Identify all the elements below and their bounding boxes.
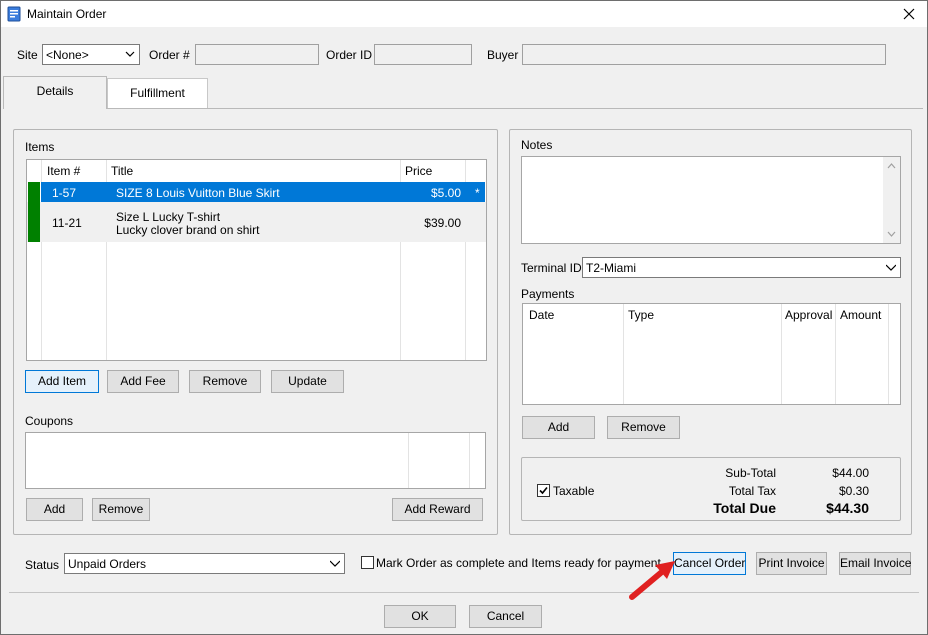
maintain-order-window: Maintain Order Site <None> Order # Order… (0, 0, 928, 635)
column-header-approval[interactable]: Approval (781, 304, 835, 326)
total-due-label: Total Due (713, 500, 776, 516)
tab-details[interactable]: Details (3, 76, 107, 109)
grid-line (781, 304, 782, 404)
items-label: Items (25, 140, 55, 154)
checkmark-icon (539, 486, 548, 495)
close-icon (903, 8, 915, 20)
coupons-grid[interactable] (25, 432, 486, 489)
status-label: Status (25, 558, 60, 572)
scroll-down-icon[interactable] (887, 231, 896, 237)
payments-label: Payments (521, 287, 575, 301)
order-id-field[interactable] (374, 44, 472, 65)
column-header-type[interactable]: Type (624, 304, 783, 326)
site-select[interactable]: <None> (42, 44, 140, 65)
table-row[interactable]: 11-21 Size L Lucky T-shirt Lucky clover … (27, 202, 486, 242)
item-title-cell: SIZE 8 Louis Vuitton Blue Skirt (116, 186, 280, 200)
notes-scrollbar[interactable] (883, 157, 900, 243)
item-price-cell: $5.00 (430, 186, 461, 200)
subtotal-label: Sub-Total (725, 466, 776, 480)
email-invoice-button[interactable]: Email Invoice (839, 552, 911, 575)
status-value: Unpaid Orders (68, 557, 147, 571)
add-reward-button[interactable]: Add Reward (392, 498, 483, 521)
grid-line (835, 304, 836, 404)
table-row[interactable]: 1-57 SIZE 8 Louis Vuitton Blue Skirt $5.… (27, 182, 486, 202)
site-label: Site (17, 48, 38, 62)
item-title-cell: Size L Lucky T-shirt (116, 210, 221, 224)
taxable-checkbox[interactable] (537, 484, 550, 497)
remove-item-button[interactable]: Remove (189, 370, 261, 393)
print-invoice-button[interactable]: Print Invoice (756, 552, 827, 575)
item-price-cell: $39.00 (424, 216, 461, 230)
mark-complete-checkbox[interactable] (361, 556, 374, 569)
column-header-title[interactable]: Title (107, 160, 400, 182)
column-header-price[interactable]: Price (401, 160, 465, 182)
terminal-id-value: T2-Miami (586, 261, 636, 275)
annotation-arrow-icon (629, 561, 675, 600)
order-number-label: Order # (149, 48, 190, 62)
row-status-indicator (28, 202, 40, 242)
cancel-order-button[interactable]: Cancel Order (673, 552, 746, 575)
taxable-label: Taxable (553, 484, 595, 498)
remove-coupon-button[interactable]: Remove (92, 498, 150, 521)
site-value: <None> (46, 48, 89, 62)
payments-grid[interactable]: Date Type Approval Amount (522, 303, 901, 405)
grid-line (623, 304, 624, 404)
column-header-date[interactable]: Date (525, 304, 622, 326)
status-select[interactable]: Unpaid Orders (64, 553, 345, 574)
subtotal-value: $44.00 (832, 466, 869, 480)
order-id-label: Order ID (326, 48, 373, 62)
window-title: Maintain Order (27, 7, 107, 21)
notes-label: Notes (521, 138, 553, 152)
remove-payment-button[interactable]: Remove (607, 416, 680, 439)
total-tax-label: Total Tax (728, 484, 776, 498)
scroll-up-icon[interactable] (887, 163, 896, 169)
items-grid[interactable]: Item # Title Price 1-57 SIZE 8 Louis Vui… (26, 159, 487, 361)
row-marker: * (475, 186, 480, 200)
item-number-cell: 11-21 (52, 216, 82, 230)
order-number-field[interactable] (195, 44, 319, 65)
buyer-label: Buyer (487, 48, 519, 62)
add-item-button[interactable]: Add Item (25, 370, 99, 393)
grid-line (888, 304, 889, 404)
column-header-item-num[interactable]: Item # (43, 160, 106, 182)
add-payment-button[interactable]: Add (522, 416, 595, 439)
add-coupon-button[interactable]: Add (26, 498, 83, 521)
add-fee-button[interactable]: Add Fee (107, 370, 179, 393)
tab-fulfillment[interactable]: Fulfillment (107, 78, 208, 108)
cancel-button[interactable]: Cancel (469, 605, 542, 628)
row-status-indicator (28, 182, 40, 202)
grid-line (469, 433, 470, 488)
item-title-detail-cell: Lucky clover brand on shirt (116, 223, 260, 237)
total-tax-value: $0.30 (838, 484, 869, 498)
column-header-amount[interactable]: Amount (836, 304, 888, 326)
ok-button[interactable]: OK (384, 605, 456, 628)
tab-divider (3, 108, 923, 109)
app-icon (7, 6, 21, 22)
chevron-down-icon (886, 264, 896, 271)
buyer-field[interactable] (522, 44, 886, 65)
chevron-down-icon (330, 560, 340, 567)
notes-textarea[interactable] (521, 156, 901, 244)
update-item-button[interactable]: Update (271, 370, 344, 393)
mark-complete-label: Mark Order as complete and Items ready f… (376, 556, 665, 570)
total-due-value: $44.30 (826, 500, 869, 516)
footer-divider (9, 592, 919, 593)
terminal-id-select[interactable]: T2-Miami (582, 257, 901, 278)
chevron-down-icon (125, 51, 135, 57)
item-number-cell: 1-57 (52, 186, 77, 200)
grid-line (408, 433, 409, 488)
title-bar: Maintain Order (1, 1, 927, 27)
terminal-id-label: Terminal ID (521, 261, 582, 275)
coupons-label: Coupons (25, 414, 74, 428)
close-button[interactable] (899, 4, 919, 24)
